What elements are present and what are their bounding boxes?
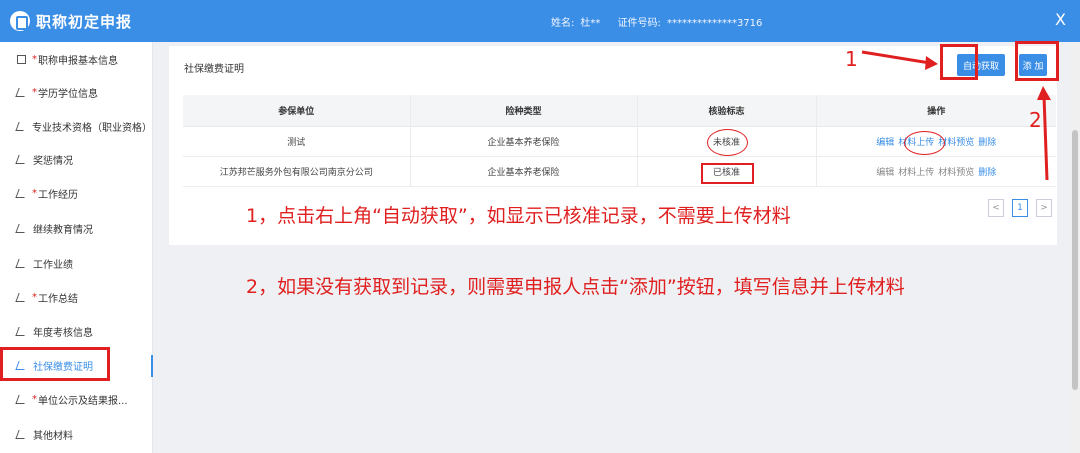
sidebar-item-label: 奖惩情况 [33,156,73,167]
column-header: 操作 [816,95,1056,127]
scrollbar[interactable] [1070,42,1080,453]
cell-type: 企业基本养老保险 [410,126,638,157]
name-value: 杜** [580,18,601,29]
sidebar-item-label: 职称申报基本信息 [38,56,118,67]
app-logo-icon [10,11,30,31]
column-header: 险种类型 [410,95,638,127]
pager-next-button[interactable]: > [1036,199,1052,217]
sidebar-item-label: 继续教育情况 [33,225,93,236]
sidebar-item-label: 单位公示及结果报... [38,396,128,407]
sidebar-item-other-materials[interactable]: 其他材料 [0,418,152,451]
cell-unit: 测试 [183,126,411,157]
upload-link[interactable]: 材料上传 [898,138,934,148]
sidebar-item-continuing-education[interactable]: 继续教育情况 [0,212,152,245]
required-mark: * [32,87,37,98]
required-mark: * [32,188,37,199]
delete-link[interactable]: 删除 [978,168,996,178]
sidebar-item-work-summary[interactable]: * 工作总结 [0,281,152,314]
edit-link[interactable]: 编辑 [876,138,894,148]
page-title: 社保缴费证明 [184,64,244,75]
preview-link[interactable]: 材料预览 [938,138,974,148]
sidebar-item-label: 年度考核信息 [33,328,93,339]
user-info: 姓名: 杜** 证件号码: **************3716 [551,14,768,29]
cell-actions: 编辑 材料上传 材料预览 删除 [816,126,1056,157]
close-button[interactable]: X [1055,10,1066,29]
sidebar: * 职称申报基本信息 * 学历学位信息 专业技术资格（职业资格） 奖惩情况 * 工作经… [0,42,153,453]
pencil-icon [15,293,28,302]
edit-link[interactable]: 编辑 [876,168,894,178]
checkbox-edit-icon [17,55,26,64]
upload-link[interactable]: 材料上传 [898,168,934,178]
preview-link[interactable]: 材料预览 [938,168,974,178]
sidebar-item-social-security[interactable]: 社保缴费证明 [0,349,153,382]
pencil-icon [15,361,28,370]
sidebar-item-label: 社保缴费证明 [33,362,93,373]
pencil-icon [15,259,28,268]
pencil-icon [15,155,28,164]
column-header: 核验标志 [637,95,817,127]
annotation-note-1: 1，点击右上角“自动获取”，如显示已核准记录，不需要上传材料 [246,205,791,227]
sidebar-item-basic-info[interactable]: * 职称申报基本信息 [0,43,152,76]
sidebar-item-publicity[interactable]: * 单位公示及结果报... [0,383,152,416]
pencil-icon [15,88,28,97]
pencil-icon [15,122,27,131]
pager-page-1[interactable]: 1 [1012,199,1028,217]
pencil-icon [15,395,28,404]
sidebar-item-annual-review[interactable]: 年度考核信息 [0,315,152,348]
annotation-note-2: 2，如果没有获取到记录，则需要申报人点击“添加”按钮，填写信息并上传材料 [246,276,905,298]
auto-fetch-button[interactable]: 自动获取 [957,54,1005,76]
cell-type: 企业基本养老保险 [410,156,638,187]
pager-prev-button[interactable]: < [988,199,1004,217]
status-text: 未核准 [712,137,740,148]
id-label: 证件号码: [617,18,661,29]
sidebar-item-achievements[interactable]: 工作业绩 [0,247,152,280]
cell-status: 已核准 [637,156,817,187]
required-mark: * [32,292,37,303]
pencil-icon [15,430,28,439]
table-row: 测试 企业基本养老保险 未核准 编辑 材料上传 材料预览 删除 [183,126,1056,157]
id-value: **************3716 [666,18,763,29]
active-indicator [151,355,153,377]
column-header: 参保单位 [183,95,411,127]
top-bar: 职称初定申报 姓名: 杜** 证件号码: **************3716 X [0,0,1080,42]
sidebar-item-education[interactable]: * 学历学位信息 [0,76,152,109]
table-row: 江苏邦芒服务外包有限公司南京分公司 企业基本养老保险 已核准 编辑 材料上传 材料预… [183,156,1056,187]
sidebar-item-label: 工作业绩 [33,260,73,271]
cell-unit: 江苏邦芒服务外包有限公司南京分公司 [183,156,411,187]
cell-status: 未核准 [637,126,817,157]
name-label: 姓名: [551,18,575,29]
sidebar-item-label: 工作经历 [38,190,78,201]
sidebar-item-label: 学历学位信息 [38,89,98,100]
add-button[interactable]: 添 加 [1019,54,1047,76]
sidebar-item-label: 专业技术资格（职业资格） [32,123,152,134]
sidebar-item-label: 其他材料 [33,431,73,442]
status-text: 已核准 [712,167,740,178]
records-table: 参保单位 险种类型 核验标志 操作 测试 企业基本养老保险 未核准 编辑 材料上传… [183,95,1056,187]
table-header-row: 参保单位 险种类型 核验标志 操作 [183,95,1056,127]
scrollbar-thumb[interactable] [1072,130,1078,390]
sidebar-item-awards[interactable]: 奖惩情况 [0,143,152,176]
required-mark: * [32,54,37,65]
required-mark: * [32,394,37,405]
delete-link[interactable]: 删除 [978,138,996,148]
annotation-number-1: 1 [845,47,858,71]
pencil-icon [15,189,28,198]
sidebar-item-work-history[interactable]: * 工作经历 [0,177,152,210]
annotation-number-2: 2 [1029,108,1042,132]
cell-actions: 编辑 材料上传 材料预览 删除 [816,156,1056,187]
sidebar-item-label: 工作总结 [38,294,78,305]
app-title: 职称初定申报 [36,13,133,31]
sidebar-item-qualification[interactable]: 专业技术资格（职业资格） [0,110,152,143]
pencil-icon [15,224,28,233]
pencil-icon [15,327,28,336]
